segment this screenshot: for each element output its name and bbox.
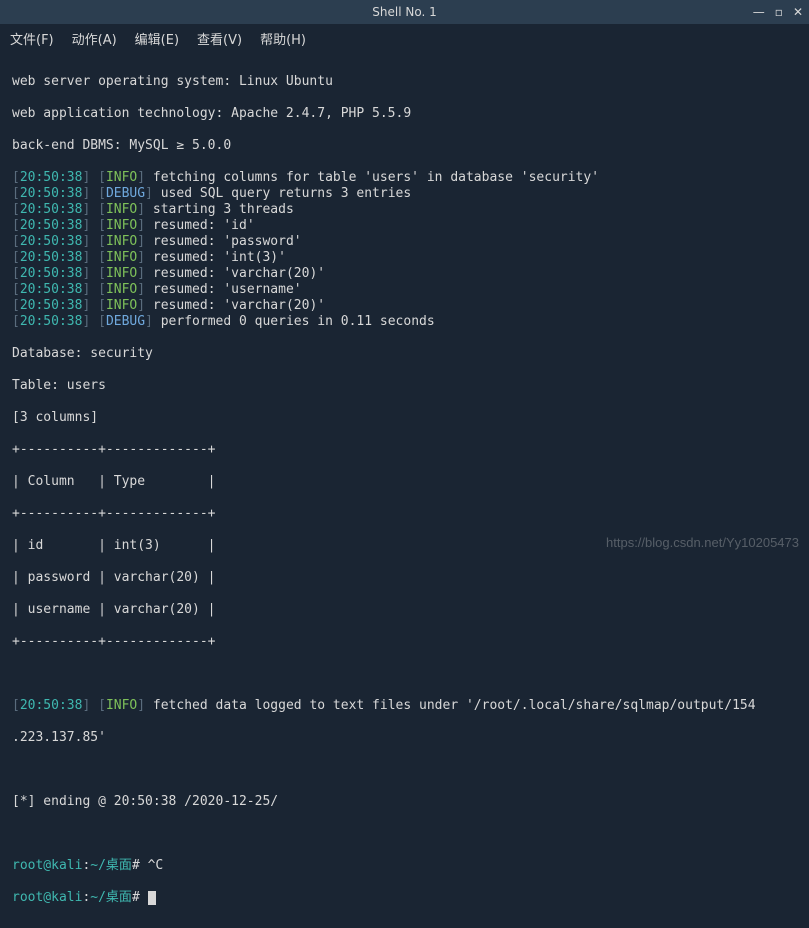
log-line: [20:50:38] [INFO] fetched data logged to… [12, 698, 797, 714]
preamble-line: back-end DBMS: MySQL ≥ 5.0.0 [12, 138, 797, 154]
db-info: Database: security [12, 346, 797, 362]
menu-view[interactable]: 查看(V) [197, 29, 242, 48]
window-title: Shell No. 1 [372, 5, 436, 19]
log-line: [20:50:38] [INFO] resumed: 'username' [12, 282, 797, 298]
log-line: [20:50:38] [INFO] starting 3 threads [12, 202, 797, 218]
menu-help[interactable]: 帮助(H) [260, 29, 306, 48]
ascii-table-border: +----------+-------------+ [12, 634, 797, 650]
log-line: [20:50:38] [INFO] resumed: 'id' [12, 218, 797, 234]
minimize-button[interactable]: — [753, 5, 765, 19]
log-line-wrap: .223.137.85' [12, 730, 797, 746]
ascii-table-row: | id | int(3) | [12, 538, 797, 554]
log-line: [20:50:38] [DEBUG] performed 0 queries i… [12, 314, 797, 330]
db-info: [3 columns] [12, 410, 797, 426]
log-line: [20:50:38] [INFO] resumed: 'varchar(20)' [12, 298, 797, 314]
cursor [148, 891, 156, 905]
terminal-output[interactable]: web server operating system: Linux Ubunt… [0, 52, 809, 928]
log-line: [20:50:38] [INFO] resumed: 'int(3)' [12, 250, 797, 266]
ascii-table-row: | password | varchar(20) | [12, 570, 797, 586]
ascii-table-header: | Column | Type | [12, 474, 797, 490]
menubar: 文件(F) 动作(A) 编辑(E) 查看(V) 帮助(H) [0, 24, 809, 52]
log-line: [20:50:38] [INFO] fetching columns for t… [12, 170, 797, 186]
db-info: Table: users [12, 378, 797, 394]
log-line: [20:50:38] [INFO] resumed: 'password' [12, 234, 797, 250]
menu-file[interactable]: 文件(F) [10, 29, 54, 48]
menu-edit[interactable]: 编辑(E) [135, 29, 179, 48]
titlebar: Shell No. 1 — ▫ ✕ [0, 0, 809, 24]
maximize-button[interactable]: ▫ [775, 5, 783, 19]
menu-actions[interactable]: 动作(A) [72, 29, 117, 48]
log-line: [20:50:38] [INFO] resumed: 'varchar(20)' [12, 266, 797, 282]
prompt-line: root@kali:~/桌面# ^C [12, 858, 797, 874]
preamble-line: web server operating system: Linux Ubunt… [12, 74, 797, 90]
ascii-table-border: +----------+-------------+ [12, 506, 797, 522]
prompt-line[interactable]: root@kali:~/桌面# [12, 890, 797, 906]
preamble-line: web application technology: Apache 2.4.7… [12, 106, 797, 122]
ascii-table-row: | username | varchar(20) | [12, 602, 797, 618]
log-line: [20:50:38] [DEBUG] used SQL query return… [12, 186, 797, 202]
close-button[interactable]: ✕ [793, 5, 803, 19]
ascii-table-border: +----------+-------------+ [12, 442, 797, 458]
window-controls: — ▫ ✕ [753, 5, 803, 19]
ending-line: [*] ending @ 20:50:38 /2020-12-25/ [12, 794, 797, 810]
